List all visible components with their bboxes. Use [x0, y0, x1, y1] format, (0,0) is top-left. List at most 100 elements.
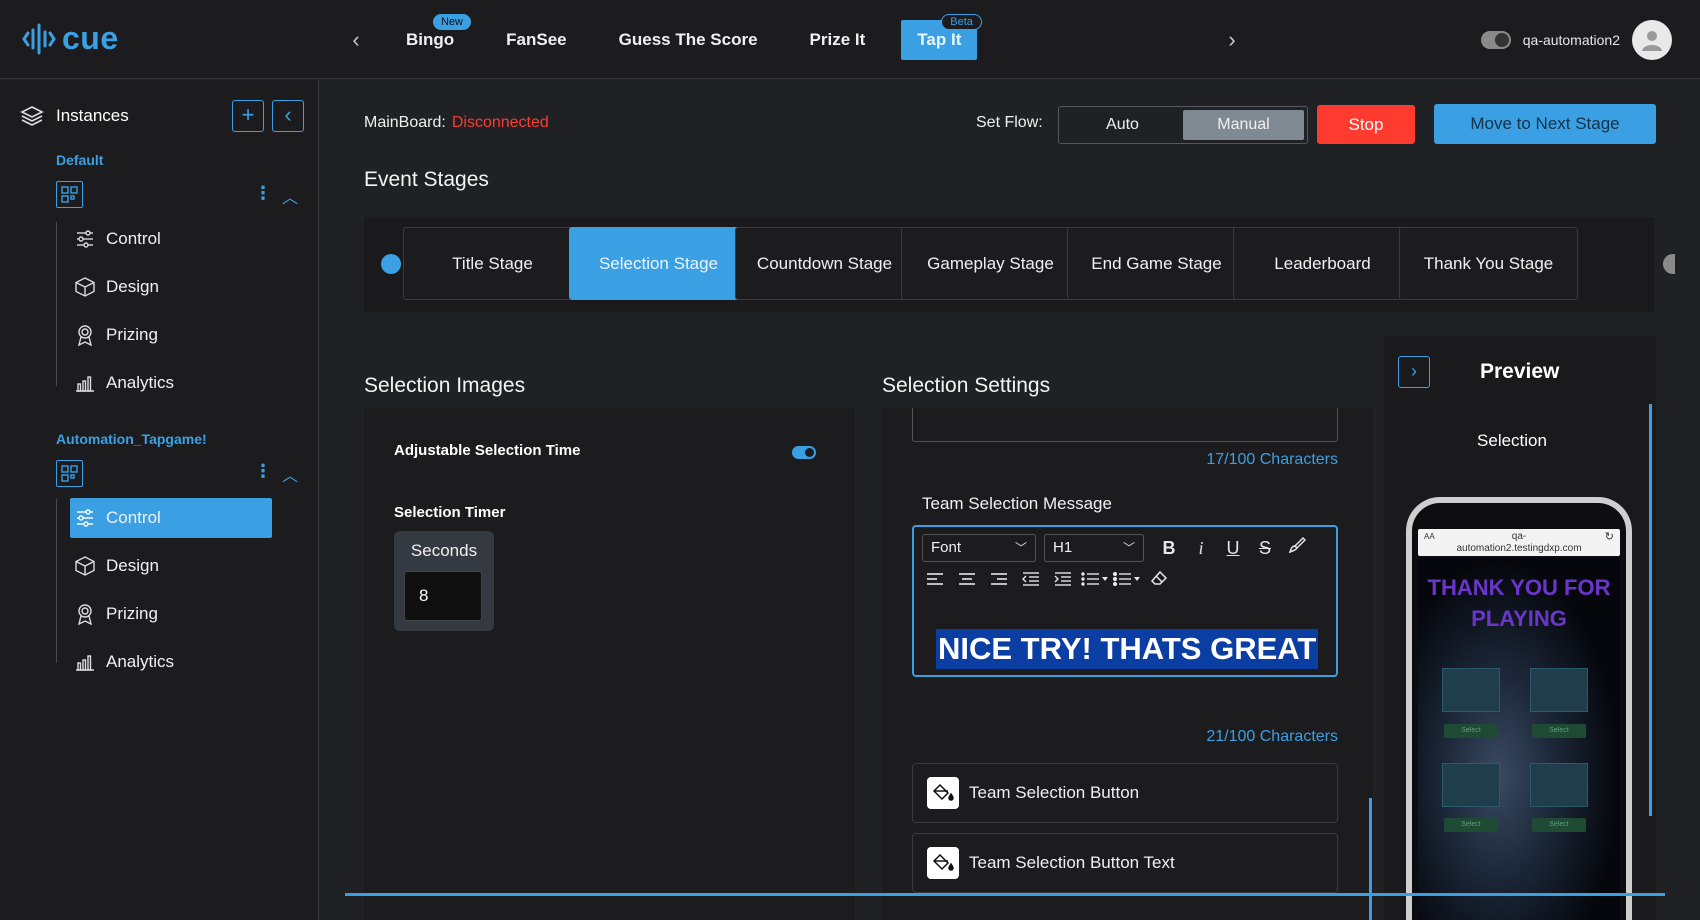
chevron-right-icon[interactable]: ›: [1398, 356, 1430, 388]
move-to-next-stage-button[interactable]: Move to Next Stage: [1434, 104, 1656, 144]
avatar[interactable]: [1632, 20, 1672, 60]
brand-logo[interactable]: cue: [22, 20, 119, 57]
beta-badge: Beta: [941, 14, 982, 30]
new-badge: New: [433, 14, 472, 30]
paint-bucket-icon: [927, 777, 959, 809]
tab-prize-it[interactable]: Prize It: [784, 20, 892, 60]
text-size-label: AA: [1424, 532, 1435, 541]
numbered-list-icon[interactable]: [1080, 567, 1110, 593]
strikethrough-icon[interactable]: S: [1252, 535, 1278, 561]
selection-settings-title: Selection Settings: [882, 374, 1051, 397]
team-selection-button-text-card[interactable]: Team Selection Button Text: [912, 833, 1338, 893]
user-menu[interactable]: qa-automation2: [1480, 20, 1672, 60]
sidebar-item-control[interactable]: Control: [70, 219, 272, 259]
sidebar-item-label: Design: [106, 556, 159, 575]
previous-text-field[interactable]: [912, 408, 1338, 442]
more-options-icon[interactable]: ⋮: [254, 183, 272, 204]
team-select-button: Select: [1444, 818, 1498, 832]
chevron-up-icon[interactable]: ︿: [282, 184, 298, 208]
indent-icon[interactable]: [1050, 567, 1076, 593]
phone-mockup: AA qa- ↻ automation2.testingdxp.com THAN…: [1406, 497, 1632, 920]
brush-icon[interactable]: [1284, 535, 1310, 561]
bold-icon[interactable]: B: [1156, 535, 1182, 561]
stop-button[interactable]: Stop: [1317, 105, 1415, 144]
clear-format-icon[interactable]: [1146, 567, 1172, 593]
flow-manual-option[interactable]: Manual: [1183, 110, 1304, 140]
sidebar-item-label: Analytics: [106, 652, 175, 671]
stage-countdown[interactable]: Countdown Stage: [735, 227, 914, 300]
card-label: Team Selection Button Text: [969, 853, 1175, 872]
tab-guess-the-score[interactable]: Guess The Score: [593, 20, 784, 60]
character-count: 21/100 Characters: [1206, 728, 1338, 745]
flow-auto-option[interactable]: Auto: [1062, 110, 1183, 140]
stage-progress-dot: [381, 254, 401, 274]
chevron-left-icon[interactable]: ‹: [348, 28, 364, 52]
chevron-down-icon: ﹀: [1014, 541, 1027, 555]
align-left-icon[interactable]: [922, 567, 948, 593]
menu-divider: [56, 499, 57, 663]
stage-thank-you[interactable]: Thank You Stage: [1399, 227, 1578, 300]
flow-mode-switch[interactable]: Auto Manual: [1058, 106, 1308, 144]
stage-title[interactable]: Title Stage: [403, 227, 582, 300]
preview-panel: › Preview Selection AA qa- ↻ automation2…: [1384, 336, 1656, 920]
team-selection-button-card[interactable]: Team Selection Button: [912, 763, 1338, 823]
sidebar-item-analytics[interactable]: Analytics: [70, 363, 272, 403]
card-label: Team Selection Button: [969, 783, 1140, 802]
sidebar-item-design[interactable]: Design: [70, 267, 272, 307]
qr-code-icon[interactable]: [56, 460, 83, 487]
team-logo: [1442, 763, 1500, 807]
team-logo: [1442, 668, 1500, 712]
adjustable-selection-time-toggle[interactable]: [792, 446, 816, 459]
add-instance-button[interactable]: +: [232, 100, 264, 132]
stage-gameplay[interactable]: Gameplay Stage: [901, 227, 1080, 300]
instance-name[interactable]: Default: [56, 152, 103, 168]
font-select[interactable]: Font ﹀: [922, 534, 1036, 562]
chevron-right-icon[interactable]: ›: [1224, 28, 1240, 52]
menu-divider: [56, 222, 57, 386]
tab-label: Tap It: [917, 30, 962, 49]
stage-selection[interactable]: Selection Stage: [569, 227, 748, 300]
preview-scrollbar[interactable]: [1649, 404, 1652, 816]
bullet-list-icon[interactable]: [1112, 567, 1142, 593]
sidebar-item-control-active[interactable]: Control: [70, 498, 272, 538]
heading-select-value: H1: [1053, 539, 1073, 556]
font-select-value: Font: [931, 539, 962, 556]
browser-url-bar: AA qa- ↻ automation2.testingdxp.com: [1418, 529, 1620, 556]
team-logo: [1530, 763, 1588, 807]
sidebar-item-design[interactable]: Design: [70, 546, 272, 586]
cube-icon: [74, 555, 96, 577]
preview-subtitle: Selection: [1477, 431, 1547, 450]
underline-icon[interactable]: U: [1220, 535, 1246, 561]
team-selection-message-text[interactable]: NICE TRY! THATS GREAT: [936, 629, 1319, 669]
sidebar-item-prizing[interactable]: Prizing: [70, 315, 272, 355]
more-options-icon[interactable]: ⋮: [254, 461, 272, 482]
collapse-sidebar-button[interactable]: ‹: [272, 100, 304, 132]
align-right-icon[interactable]: [986, 567, 1012, 593]
sidebar-item-analytics[interactable]: Analytics: [70, 642, 272, 682]
sidebar: Instances + ‹ Default ⋮ ︿ Control Design…: [0, 80, 319, 920]
sidebar-item-prizing[interactable]: Prizing: [70, 594, 272, 634]
theme-toggle-icon[interactable]: [1480, 31, 1511, 49]
chevron-up-icon[interactable]: ︿: [282, 462, 298, 486]
settings-scrollbar[interactable]: [1369, 798, 1372, 920]
outdent-icon[interactable]: [1018, 567, 1044, 593]
tab-tap-it[interactable]: Tap It Beta: [901, 14, 982, 60]
team-selection-message-editor[interactable]: Font ﹀ H1 ﹀ B i U S NICE TRY! THATS GREA…: [912, 525, 1338, 677]
tab-fansee[interactable]: FanSee: [480, 20, 592, 60]
stage-leaderboard[interactable]: Leaderboard: [1233, 227, 1412, 300]
qr-code-icon[interactable]: [56, 181, 83, 208]
instance-name[interactable]: Automation_Tapgame!: [56, 431, 207, 447]
align-center-icon[interactable]: [954, 567, 980, 593]
layers-icon: [20, 106, 44, 126]
italic-icon[interactable]: i: [1188, 535, 1214, 561]
team-select-button: Select: [1532, 818, 1586, 832]
url-text: automation2.testingdxp.com: [1456, 543, 1582, 554]
reload-icon: ↻: [1604, 531, 1614, 543]
tab-label: Prize It: [809, 30, 866, 49]
selection-timer-input[interactable]: 8: [404, 571, 482, 621]
chevron-down-icon: ﹀: [1122, 541, 1135, 555]
stage-end-game[interactable]: End Game Stage: [1067, 227, 1246, 300]
horizontal-scrollbar[interactable]: [345, 893, 1665, 896]
heading-select[interactable]: H1 ﹀: [1044, 534, 1144, 562]
tab-bingo[interactable]: Bingo New: [390, 14, 480, 60]
